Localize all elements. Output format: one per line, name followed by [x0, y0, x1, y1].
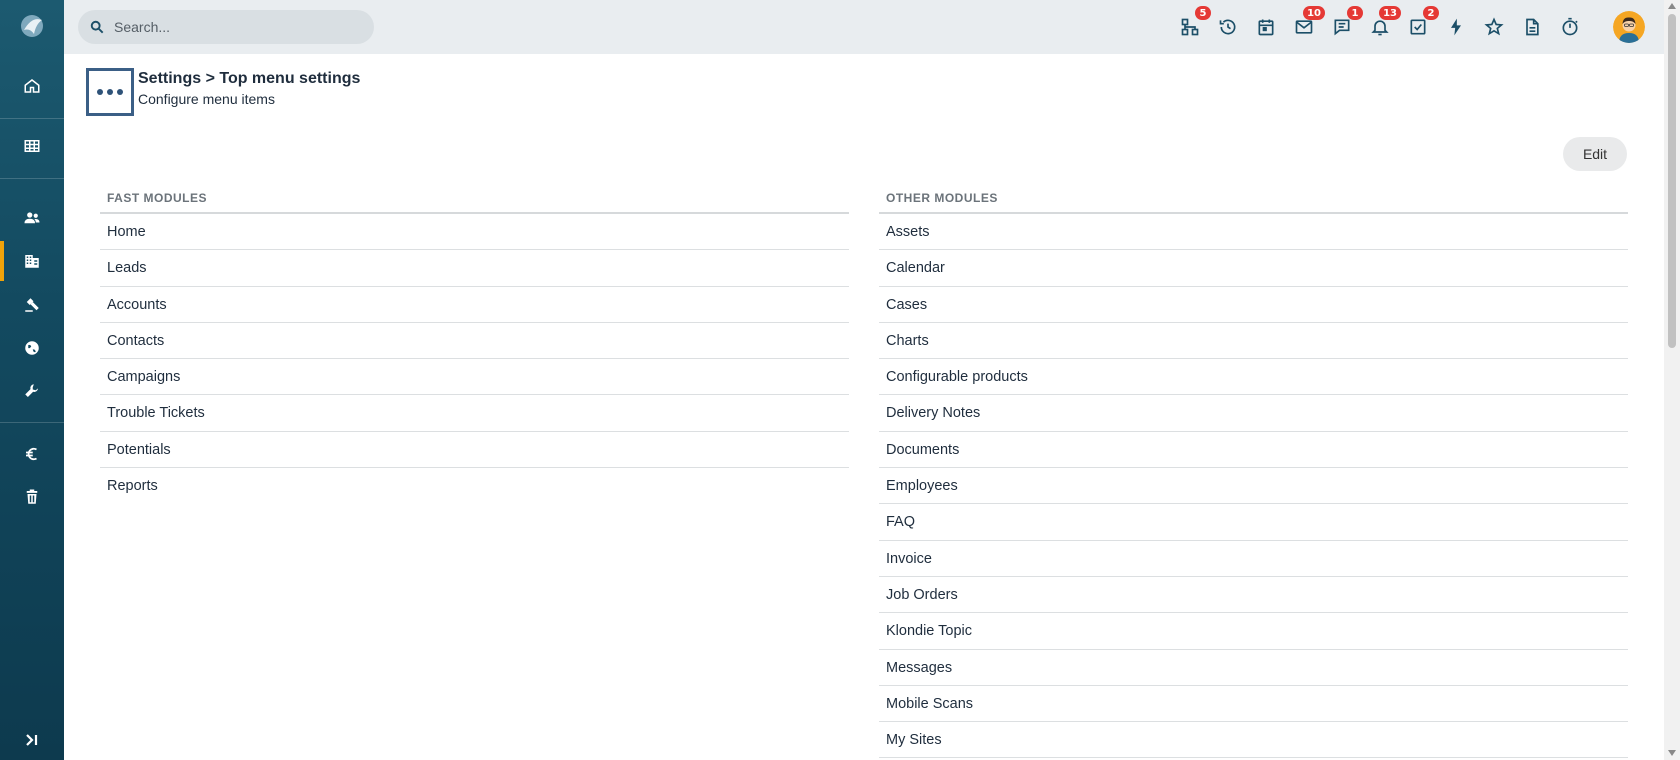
- sidebar-expand-button[interactable]: [0, 720, 64, 760]
- search-box[interactable]: [78, 10, 374, 44]
- scroll-up-arrow-icon[interactable]: [1668, 3, 1676, 9]
- sidebar-item-finance[interactable]: [0, 434, 64, 474]
- mail-button[interactable]: 10: [1291, 6, 1325, 40]
- fast-modules-heading: FAST MODULES: [100, 190, 849, 214]
- gavel-icon: [25, 298, 39, 312]
- sidebar-divider: [0, 422, 64, 423]
- list-item: FAQ: [879, 504, 1628, 541]
- timer-button[interactable]: [1557, 14, 1583, 40]
- sidebar-item-people[interactable]: [0, 198, 64, 238]
- list-item: Calendar: [879, 250, 1628, 287]
- list-item: Mobile Scans: [879, 686, 1628, 723]
- notification-badge: 2: [1423, 6, 1439, 20]
- people-icon: [24, 212, 40, 224]
- search-icon: [90, 20, 104, 34]
- sidebar-item-legal[interactable]: [0, 285, 64, 325]
- calendar-icon: [1258, 19, 1274, 36]
- sidebar-item-trash[interactable]: [0, 477, 64, 517]
- top-menu-settings-icon: [86, 68, 134, 116]
- list-item: Invoice: [879, 541, 1628, 577]
- scroll-down-arrow-icon[interactable]: [1668, 750, 1676, 756]
- list-item: Contacts: [100, 323, 849, 360]
- list-item: My Sites: [879, 722, 1628, 759]
- app-logo-icon[interactable]: [18, 12, 46, 40]
- notification-badge: 13: [1379, 6, 1401, 20]
- search-input[interactable]: [114, 19, 364, 35]
- top-bar: 5 10 1 13 2: [64, 0, 1664, 54]
- favorites-button[interactable]: [1481, 14, 1507, 40]
- page-scrollbar[interactable]: [1664, 0, 1680, 760]
- list-item: Leads: [100, 250, 849, 287]
- list-item: Documents: [879, 432, 1628, 469]
- other-modules-list: OTHER MODULES Assets Calendar Cases Char…: [879, 190, 1628, 759]
- mail-icon: [1295, 20, 1313, 34]
- chat-icon: [1334, 19, 1350, 36]
- list-item: Campaigns: [100, 359, 849, 396]
- wrench-icon: [25, 384, 38, 397]
- chevron-right-bar-icon: [26, 734, 38, 746]
- task-check-icon: [1410, 19, 1426, 35]
- chat-button[interactable]: 1: [1329, 6, 1363, 40]
- grid-icon: [24, 140, 40, 152]
- history-button[interactable]: [1215, 14, 1241, 40]
- list-item: Trouble Tickets: [100, 395, 849, 432]
- document-icon: [1526, 18, 1539, 36]
- history-icon: [1219, 19, 1236, 35]
- list-item: Charts: [879, 323, 1628, 360]
- list-item: Assets: [879, 214, 1628, 251]
- calendar-button[interactable]: [1253, 14, 1279, 40]
- sidebar-item-web[interactable]: [0, 328, 64, 368]
- list-item: Potentials: [100, 432, 849, 469]
- tasks-button[interactable]: 2: [1405, 6, 1439, 40]
- fast-modules-list: FAST MODULES Home Leads Accounts Contact…: [100, 190, 849, 504]
- hierarchy-icon: [1181, 18, 1199, 36]
- notification-badge: 10: [1303, 6, 1325, 20]
- list-item: Cases: [879, 287, 1628, 323]
- list-item: Reports: [107, 478, 158, 495]
- star-icon: [1484, 17, 1504, 36]
- notification-badge: 5: [1195, 6, 1211, 20]
- sidebar: [0, 0, 64, 760]
- sidebar-divider: [0, 118, 64, 119]
- page-title: Settings > Top menu settings: [138, 70, 361, 87]
- list-item: Configurable products: [879, 359, 1628, 396]
- list-item: Accounts: [100, 287, 849, 323]
- other-modules-heading: OTHER MODULES: [879, 190, 1628, 214]
- edit-button[interactable]: Edit: [1563, 137, 1627, 171]
- list-item: Messages: [879, 650, 1628, 686]
- list-item: Employees: [879, 468, 1628, 505]
- notification-badge: 1: [1347, 6, 1363, 20]
- stopwatch-icon: [1562, 17, 1578, 36]
- user-avatar[interactable]: [1613, 11, 1645, 43]
- sidebar-item-tools[interactable]: [0, 371, 64, 411]
- list-item: Delivery Notes: [879, 395, 1628, 432]
- trash-icon: [26, 489, 38, 504]
- page-subtitle: Configure menu items: [138, 91, 275, 107]
- sidebar-item-organizations[interactable]: [0, 241, 64, 281]
- euro-icon: [26, 447, 37, 461]
- scroll-thumb[interactable]: [1668, 14, 1676, 348]
- hierarchy-button[interactable]: 5: [1177, 6, 1211, 40]
- sidebar-item-grid[interactable]: [0, 126, 64, 166]
- building-icon: [25, 255, 39, 268]
- documents-button[interactable]: [1519, 14, 1545, 40]
- lightning-icon: [1451, 18, 1461, 36]
- home-icon: [24, 79, 40, 93]
- quick-actions-button[interactable]: [1443, 14, 1469, 40]
- list-item: Klondie Topic: [879, 613, 1628, 650]
- list-item: Job Orders: [879, 577, 1628, 614]
- list-item: Home: [100, 214, 849, 251]
- sidebar-divider: [0, 178, 64, 179]
- globe-icon: [25, 341, 39, 355]
- bell-icon: [1371, 20, 1389, 36]
- sidebar-item-home[interactable]: [0, 66, 64, 106]
- notifications-button[interactable]: 13: [1367, 6, 1401, 40]
